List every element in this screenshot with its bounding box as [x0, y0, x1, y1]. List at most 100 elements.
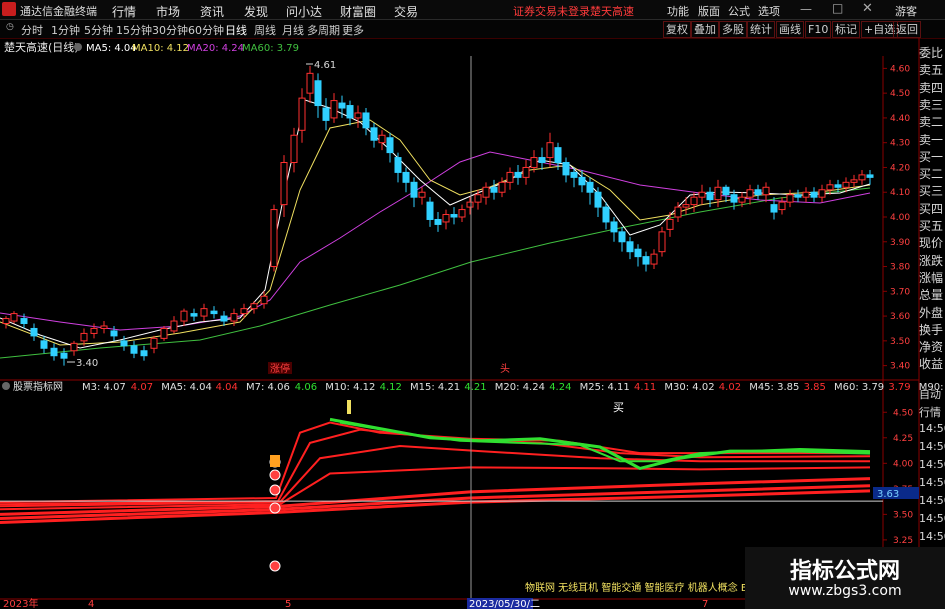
- sub-axis-tick: 4.00: [893, 459, 913, 469]
- candle: [746, 189, 754, 198]
- candle: [60, 352, 68, 359]
- signal-dot-icon: [269, 469, 281, 481]
- candle: [466, 201, 474, 208]
- sub-indicator-labels: M3: 4.07 4.07 MA5: 4.04 4.04 M7: 4.06 4.06 M10…: [82, 382, 945, 393]
- head-tag: 头: [500, 363, 510, 375]
- quote-field-label: 卖五: [919, 63, 944, 78]
- sub-settings-icon[interactable]: [2, 382, 10, 390]
- sub-axis-tick: 4.25: [893, 434, 913, 444]
- main-axis-tick: 4.50: [890, 89, 910, 99]
- chart-area[interactable]: 4.60 4.50 4.40 4.30 4.20 4.10 4.00 3.90 3.80 3.70…: [0, 0, 945, 609]
- candle: [538, 157, 546, 164]
- candle: [402, 171, 410, 183]
- sub-value: 4.06: [295, 382, 317, 393]
- sub-indicator-lines: [0, 417, 883, 524]
- watermark: 指标公式网 www.zbgs3.com: [745, 547, 945, 609]
- sub-label: M10: 4.12: [325, 382, 375, 393]
- candle: [578, 176, 586, 186]
- candle: [434, 218, 442, 225]
- chart-grid: [0, 38, 920, 609]
- candle: [554, 147, 562, 164]
- candle: [322, 107, 330, 121]
- candle: [570, 171, 578, 178]
- candle: [754, 189, 762, 196]
- candle: [90, 327, 98, 334]
- quote-field-label: 买四: [919, 201, 944, 216]
- quote-field-label: 卖四: [919, 80, 944, 95]
- candle: [418, 191, 426, 198]
- candle: [706, 191, 714, 201]
- main-axis-tick: 3.60: [890, 312, 910, 322]
- sub-label: MA5: 4.04: [161, 382, 212, 393]
- ma5-label: MA5: 4.04: [86, 43, 137, 54]
- tick-time: 14:50: [919, 530, 945, 543]
- ma-line: [0, 119, 871, 346]
- candle: [394, 157, 402, 173]
- candle: [140, 350, 148, 357]
- candle: [80, 332, 88, 342]
- settings-icon[interactable]: [74, 43, 82, 51]
- quote-field-label: 收益: [919, 357, 944, 372]
- quote-field-label: 卖二: [919, 115, 944, 130]
- candle: [442, 214, 450, 223]
- candle: [338, 102, 346, 109]
- sub-label: M45: 3.85: [749, 382, 799, 393]
- quote-field-label: 涨幅: [919, 270, 944, 285]
- candle: [762, 186, 770, 196]
- main-axis-tick: 4.30: [890, 139, 910, 149]
- candle: [562, 162, 570, 176]
- sub-axis-tick: 3.25: [893, 536, 913, 546]
- indicator-line: [0, 428, 871, 506]
- auto-quote-label[interactable]: 自动: [919, 386, 945, 402]
- low-annotation: 3.40: [76, 358, 98, 369]
- candle: [370, 127, 378, 141]
- candle: [610, 221, 618, 233]
- candle: [770, 204, 778, 213]
- auto-quote-label[interactable]: 行情: [919, 404, 945, 420]
- candle: [314, 80, 322, 107]
- candle: [522, 166, 530, 178]
- quote-field-label: 净资: [919, 340, 944, 355]
- ma-line: [0, 187, 871, 359]
- candle: [642, 256, 650, 265]
- candle: [240, 308, 248, 315]
- candle: [802, 191, 810, 198]
- watermark-title: 指标公式网: [789, 559, 900, 584]
- ma10-label: MA10: 4.12: [132, 43, 189, 54]
- candle: [650, 253, 658, 265]
- candle: [362, 112, 370, 129]
- sub-value: 4.02: [719, 382, 741, 393]
- sub-label: M7: 4.06: [246, 382, 290, 393]
- candle: [738, 196, 746, 203]
- limit-up-tag: 涨停: [270, 362, 290, 375]
- candle: [200, 308, 208, 317]
- sub-axis-tick: 4.50: [893, 408, 913, 418]
- main-axis-tick: 4.20: [890, 163, 910, 173]
- candle: [810, 191, 818, 198]
- candle: [180, 310, 188, 322]
- price-axes: 4.60 4.50 4.40 4.30 4.20 4.10 4.00 3.90 3.80 3.70…: [883, 64, 913, 546]
- time-label-may: 5: [285, 599, 291, 609]
- quote-field-label: 卖三: [919, 97, 944, 112]
- main-axis-tick: 3.40: [890, 362, 910, 372]
- ma20-label: MA20: 4.24: [187, 43, 244, 54]
- high-annotation: 4.61: [314, 60, 336, 71]
- quote-field-label: 外盘: [919, 305, 944, 320]
- signal-dot-icon: [269, 560, 281, 572]
- candle: [260, 295, 268, 305]
- candle: [546, 142, 554, 159]
- indicator-line: [0, 444, 870, 508]
- candle: [834, 184, 842, 188]
- candle: [866, 174, 874, 178]
- candle: [378, 134, 386, 144]
- main-axis-tick: 4.00: [890, 213, 910, 223]
- candle: [778, 201, 786, 211]
- candle: [514, 171, 522, 178]
- ma-line: [0, 151, 871, 331]
- indicator-line: [339, 421, 871, 463]
- sub-label: M20: 4.24: [495, 382, 545, 393]
- quote-field-label: 涨跌: [919, 253, 944, 268]
- crosshair-date: 2023/05/30/二: [469, 599, 540, 609]
- candle: [2, 318, 10, 325]
- candle: [426, 201, 434, 220]
